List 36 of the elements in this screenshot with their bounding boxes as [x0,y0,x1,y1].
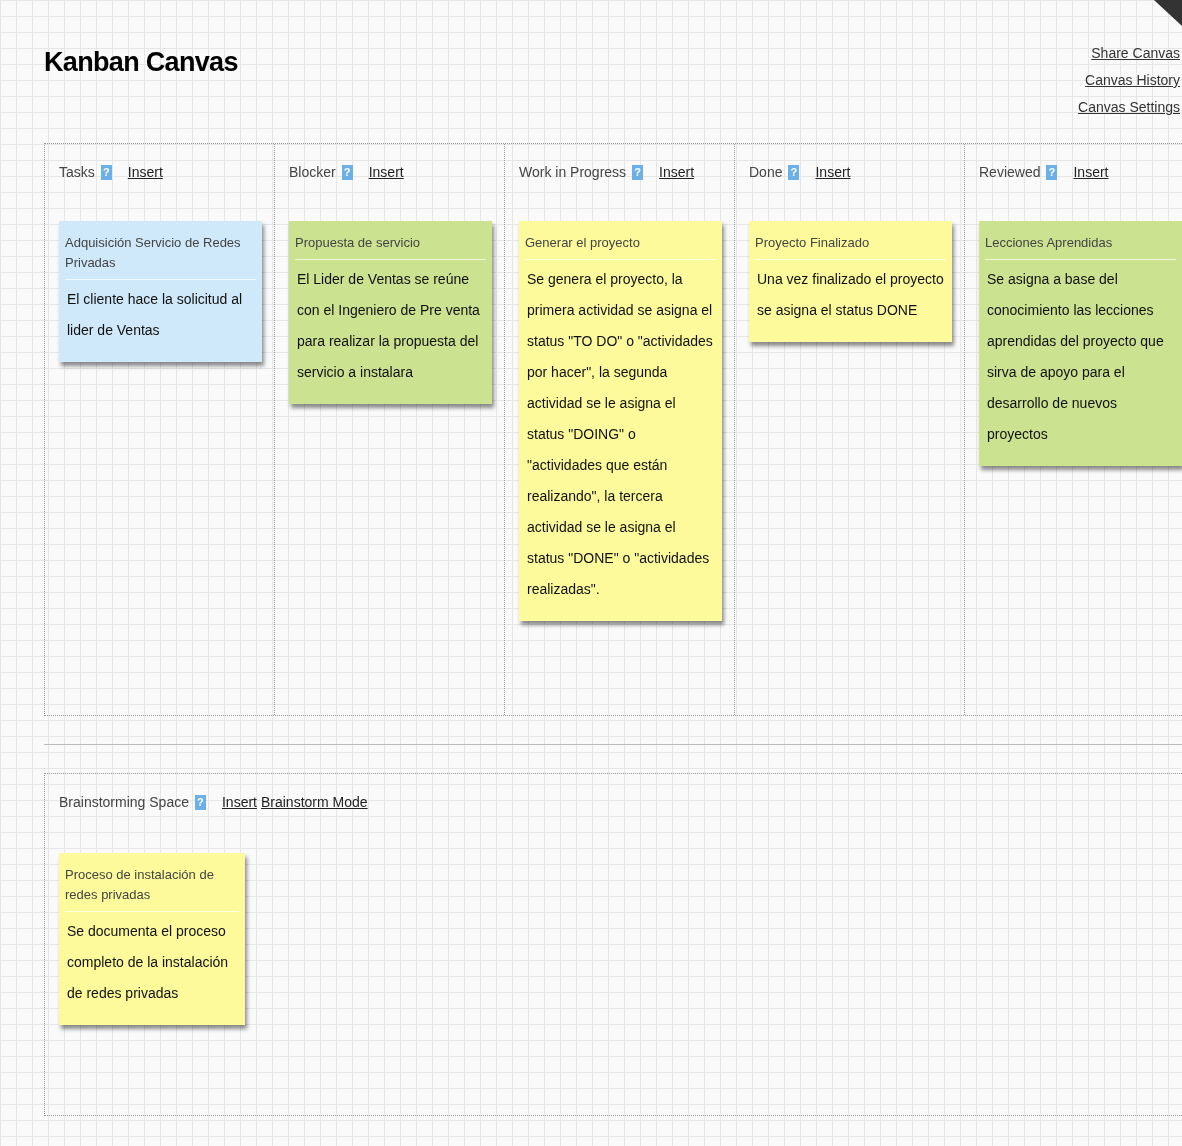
note-title: Proyecto Finalizado [755,233,946,260]
insert-link[interactable]: Insert [659,161,695,183]
insert-link[interactable]: Insert [368,161,404,183]
corner-fold-icon [1154,0,1182,26]
column-title: Work in Progress [519,162,627,182]
note-body: El cliente hace la solicitud al lider de Ventas [66,290,244,340]
note-body: El Lider de Ventas se reúne con el Ingeniero de Pre venta para realizar la propuesta del servicio a instalara [296,270,481,382]
note-title: Proceso de instalación de redes privadas [65,865,239,912]
insert-link[interactable]: Insert [221,791,257,813]
insert-link[interactable]: Brainstorm Mode [260,791,368,813]
note-body: Una vez finalizado el proyecto se asigna el status DONE [756,270,945,320]
note-title: Propuesta de servicio [295,233,486,260]
sticky-note[interactable]: Proceso de instalación de redes privadas Se documenta el proceso completo de la instalación de redes privadas [59,853,245,1025]
column-title: Reviewed [979,162,1041,182]
canvas-link[interactable]: Share Canvas [1091,40,1180,67]
insert-link[interactable]: Insert [1073,161,1109,183]
sticky-note[interactable] [519,221,722,621]
canvas-link[interactable]: Canvas History [1085,67,1180,94]
canvas-link[interactable]: Canvas Settings [1078,94,1180,121]
note-title: Adquisición Servicio de Redes Privadas [65,233,256,280]
note-title: Lecciones Aprendidas [985,233,1176,260]
note-body: Se asigna a base del conocimiento las lecciones aprendidas del proyecto que sirva de apoyo para el desarrollo de nuevos proyectos [986,270,1165,444]
note-title: Generar el proyecto [525,233,716,260]
column-title: Tasks [59,162,95,182]
sticky-note[interactable]: Proyecto Finalizado Una vez finalizado el proyecto se asigna el status DONE [749,221,952,342]
sticky-note[interactable]: Adquisición Servicio de Redes Privadas El cliente hace la solicitud al lider de Ventas [59,221,262,362]
page-title: Kanban Canvas [44,46,238,79]
note-body: Se documenta el proceso completo de la instalación de redes privadas [66,922,230,1003]
column-title: Done [749,162,783,182]
note-body: Se genera el proyecto, la primera actividad se asigna el status "TO DO" o "actividades por hacer", la segunda actividad se le asigna el status "DOING" o "actividades que están realizando", la tercera actividad se le asigna el status "DONE" o "actividades realizadas". [526,270,714,599]
column-title: Brainstorming Space [59,792,189,812]
column-title: Blocker [289,162,336,182]
insert-link[interactable]: Insert [815,161,851,183]
insert-link[interactable]: Insert [127,161,163,183]
sticky-note[interactable]: Propuesta de servicio El Lider de Ventas se reúne con el Ingeniero de Pre venta para realizar la propuesta del servicio a instalara [289,221,492,404]
sticky-note[interactable]: Lecciones Aprendidas Se asigna a base del conocimiento las lecciones aprendidas del proyecto que sirva de apoyo para el desarrollo de nuevos proyectos [979,221,1182,466]
